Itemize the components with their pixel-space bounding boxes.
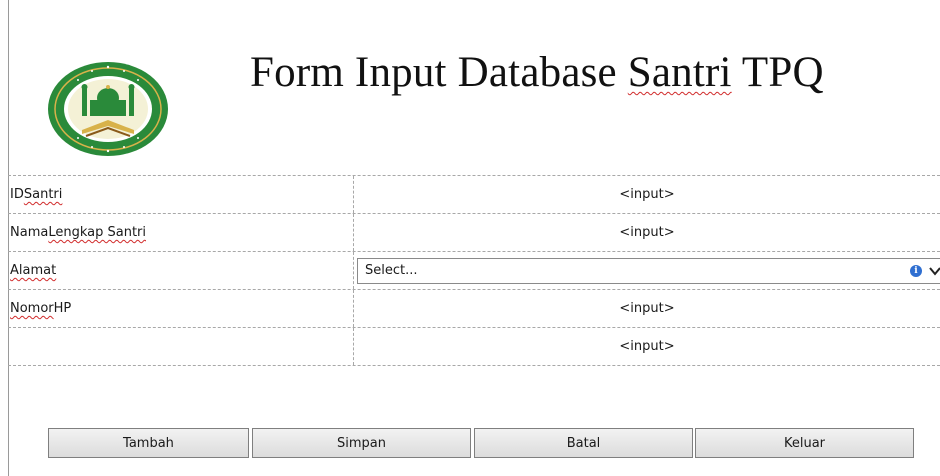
form-table: ID Santri <input> Nama Lengkap Santri <i… [8,175,940,366]
label-alamat: Alamat [8,252,354,289]
form-row-empty: <input> [8,328,940,366]
nama-lengkap-input[interactable]: <input> [354,214,940,251]
alamat-select-value: Select... [365,263,418,278]
info-icon[interactable]: i [910,264,922,277]
label-nomor-hp: Nomor HP [8,290,354,327]
nomor-hp-input[interactable]: <input> [354,290,940,327]
alamat-select-cell: Select... i [354,252,940,289]
form-row-alamat: Alamat Select... i [8,252,940,290]
simpan-button[interactable]: Simpan [252,428,471,458]
label-empty [8,328,354,365]
tpq-logo [46,60,170,158]
batal-button[interactable]: Batal [474,428,693,458]
alamat-select[interactable]: Select... i [357,257,940,284]
tambah-button[interactable]: Tambah [48,428,249,458]
label-id-santri: ID Santri [8,176,354,213]
form-row-nomor-hp: Nomor HP <input> [8,290,940,328]
id-santri-input[interactable]: <input> [354,176,940,213]
page-title: Form Input Database Santri TPQ [250,49,824,96]
keluar-button[interactable]: Keluar [695,428,914,458]
logo-emblem-icon [48,62,168,156]
form-row-nama-lengkap: Nama Lengkap Santri <input> [8,214,940,252]
extra-input[interactable]: <input> [354,328,940,365]
chevron-down-icon[interactable] [928,264,940,278]
form-row-id-santri: ID Santri <input> [8,176,940,214]
label-nama-lengkap: Nama Lengkap Santri [8,214,354,251]
